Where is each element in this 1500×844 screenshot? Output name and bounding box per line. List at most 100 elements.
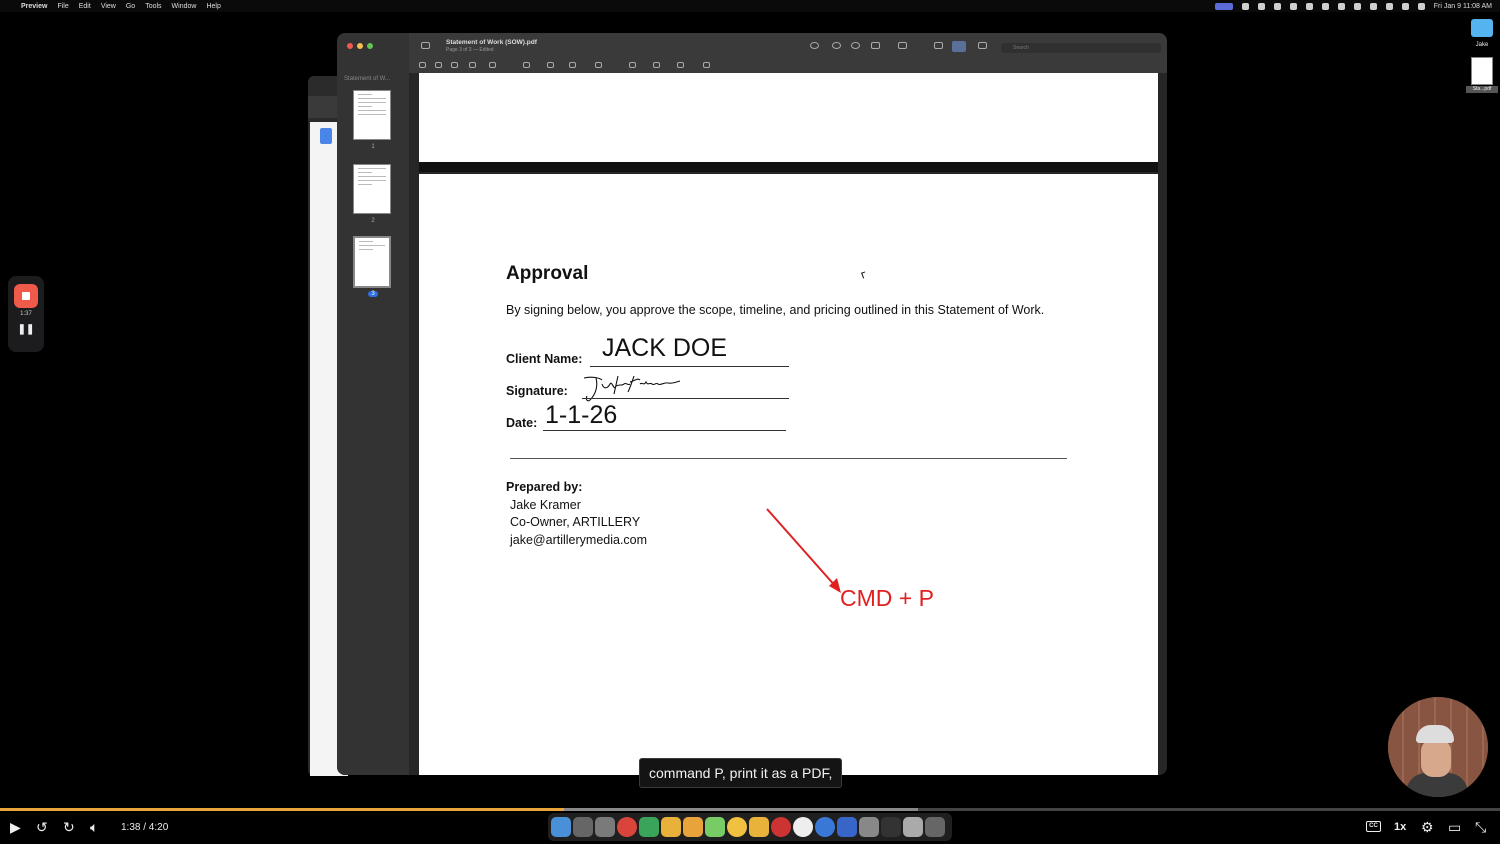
shapes-icon[interactable] xyxy=(523,62,530,68)
play-icon[interactable]: ▶ xyxy=(10,818,21,836)
signature-label: Signature: xyxy=(506,384,568,398)
control-center-icon[interactable] xyxy=(1417,2,1425,10)
presenter-cap xyxy=(1416,725,1454,743)
menu-app-name[interactable]: Preview xyxy=(21,3,47,10)
screen: Preview File Edit View Go Tools Window H… xyxy=(0,0,1500,844)
page-number-2: 2 xyxy=(371,218,375,224)
sidebar-toggle-icon[interactable] xyxy=(421,42,430,49)
info-status-icon[interactable] xyxy=(1305,2,1313,10)
zoom-out-icon[interactable] xyxy=(832,42,841,49)
share-icon[interactable] xyxy=(871,42,880,49)
approval-text: By signing below, you approve the scope,… xyxy=(506,303,1045,317)
fill-color-icon[interactable] xyxy=(677,62,684,68)
fullscreen-exit-icon[interactable]: ⤡ xyxy=(1475,818,1486,836)
app-icon[interactable] xyxy=(705,817,725,837)
recorder-icon[interactable] xyxy=(771,817,791,837)
preview-icon[interactable] xyxy=(859,817,879,837)
search-input[interactable]: Search xyxy=(1001,43,1161,53)
emoji-3-icon[interactable] xyxy=(727,817,747,837)
markup-toolbar-toggle[interactable] xyxy=(952,41,966,52)
closed-captions-button[interactable]: CC xyxy=(1366,821,1381,832)
messages-icon[interactable] xyxy=(639,817,659,837)
google-docs-icon[interactable] xyxy=(320,128,332,144)
screen-record-status-icon[interactable] xyxy=(1214,2,1233,10)
menu-edit[interactable]: Edit xyxy=(79,3,91,10)
rewind-icon[interactable]: ↺ xyxy=(36,818,48,836)
battery-small-icon[interactable] xyxy=(1289,2,1297,10)
page-2-bottom xyxy=(419,73,1158,162)
close-window-button[interactable] xyxy=(347,43,353,49)
menu-file[interactable]: File xyxy=(57,3,68,10)
presenter-face xyxy=(1421,739,1451,777)
eyes-icon[interactable] xyxy=(793,817,813,837)
bluetooth-status-icon[interactable] xyxy=(1257,2,1265,10)
playback-speed[interactable]: 1x xyxy=(1394,821,1406,833)
progress-played[interactable] xyxy=(0,808,564,811)
page-thumbnail-3[interactable] xyxy=(353,236,391,288)
sign-icon[interactable] xyxy=(569,62,576,68)
search-status-icon[interactable] xyxy=(1353,2,1361,10)
pdf-file-icon[interactable] xyxy=(1471,57,1493,85)
launchpad-icon[interactable] xyxy=(573,817,593,837)
miniplayer-icon[interactable]: ▭ xyxy=(1448,818,1461,836)
note-icon[interactable] xyxy=(595,62,602,68)
drive-status-icon[interactable] xyxy=(1337,2,1345,10)
shape-style-icon[interactable] xyxy=(629,62,636,68)
app-status-icon[interactable] xyxy=(1273,2,1281,10)
zoom-in-icon[interactable] xyxy=(851,42,860,49)
page-thumbnail-2[interactable] xyxy=(353,164,391,214)
emoji-2-icon[interactable] xyxy=(683,817,703,837)
cloud-status-icon[interactable] xyxy=(1321,2,1329,10)
emoji-4-icon[interactable] xyxy=(749,817,769,837)
signature-line xyxy=(582,398,789,399)
handwritten-signature[interactable] xyxy=(582,372,692,404)
finder-icon[interactable] xyxy=(551,817,571,837)
emoji-icon[interactable] xyxy=(661,817,681,837)
menu-tools[interactable]: Tools xyxy=(145,3,161,10)
battery-icon[interactable] xyxy=(1385,2,1393,10)
document-icon[interactable] xyxy=(903,817,923,837)
mouse-cursor-icon xyxy=(861,271,867,279)
menu-window[interactable]: Window xyxy=(172,3,197,10)
folder-icon[interactable] xyxy=(1471,19,1493,37)
client-name-value[interactable]: JACK DOE xyxy=(602,334,727,363)
control-status-icon[interactable] xyxy=(1369,2,1377,10)
page-number-3-badge: 3 xyxy=(368,291,378,297)
date-value[interactable]: 1-1-26 xyxy=(545,401,617,430)
stop-recording-button[interactable] xyxy=(14,284,38,308)
trash-icon[interactable] xyxy=(925,817,945,837)
settings-gear-icon[interactable]: ⚙ xyxy=(1421,818,1434,836)
border-color-icon[interactable] xyxy=(653,62,660,68)
draw-icon[interactable] xyxy=(489,62,496,68)
thumbnail-sidebar: Statement of W... 1 2 3 xyxy=(337,33,409,775)
form-fill-icon[interactable] xyxy=(978,42,987,49)
text-selection-icon[interactable] xyxy=(419,62,426,68)
rect-selection-icon[interactable] xyxy=(435,62,442,68)
mac-menu-bar: Preview File Edit View Go Tools Window H… xyxy=(0,0,1500,12)
pause-icon[interactable]: ❚❚ xyxy=(8,324,44,335)
window-icon[interactable] xyxy=(881,817,901,837)
sketch-icon[interactable] xyxy=(469,62,476,68)
markup-pen-icon[interactable] xyxy=(898,42,907,49)
wifi-icon[interactable] xyxy=(1401,2,1409,10)
volume-icon[interactable]: 🔈︎ xyxy=(90,818,98,836)
menu-go[interactable]: Go xyxy=(126,3,135,10)
minimize-window-button[interactable] xyxy=(357,43,363,49)
page-thumbnail-1[interactable] xyxy=(353,90,391,140)
redact-icon[interactable] xyxy=(451,62,458,68)
recording-time: 1:37 xyxy=(20,311,32,317)
forward-icon[interactable]: ↻ xyxy=(63,818,75,836)
menu-help[interactable]: Help xyxy=(206,3,220,10)
safari-icon[interactable] xyxy=(815,817,835,837)
toggle-status-icon[interactable] xyxy=(1241,2,1249,10)
chrome-icon[interactable] xyxy=(617,817,637,837)
text-style-icon[interactable] xyxy=(703,62,710,68)
apps-icon[interactable] xyxy=(595,817,615,837)
text-box-icon[interactable] xyxy=(547,62,554,68)
info-icon[interactable] xyxy=(810,42,819,49)
menu-clock[interactable]: Fri Jan 9 11:08 AM xyxy=(1434,3,1492,10)
notes-icon[interactable] xyxy=(837,817,857,837)
zoom-window-button[interactable] xyxy=(367,43,373,49)
rotate-icon[interactable] xyxy=(934,42,943,49)
menu-view[interactable]: View xyxy=(101,3,116,10)
